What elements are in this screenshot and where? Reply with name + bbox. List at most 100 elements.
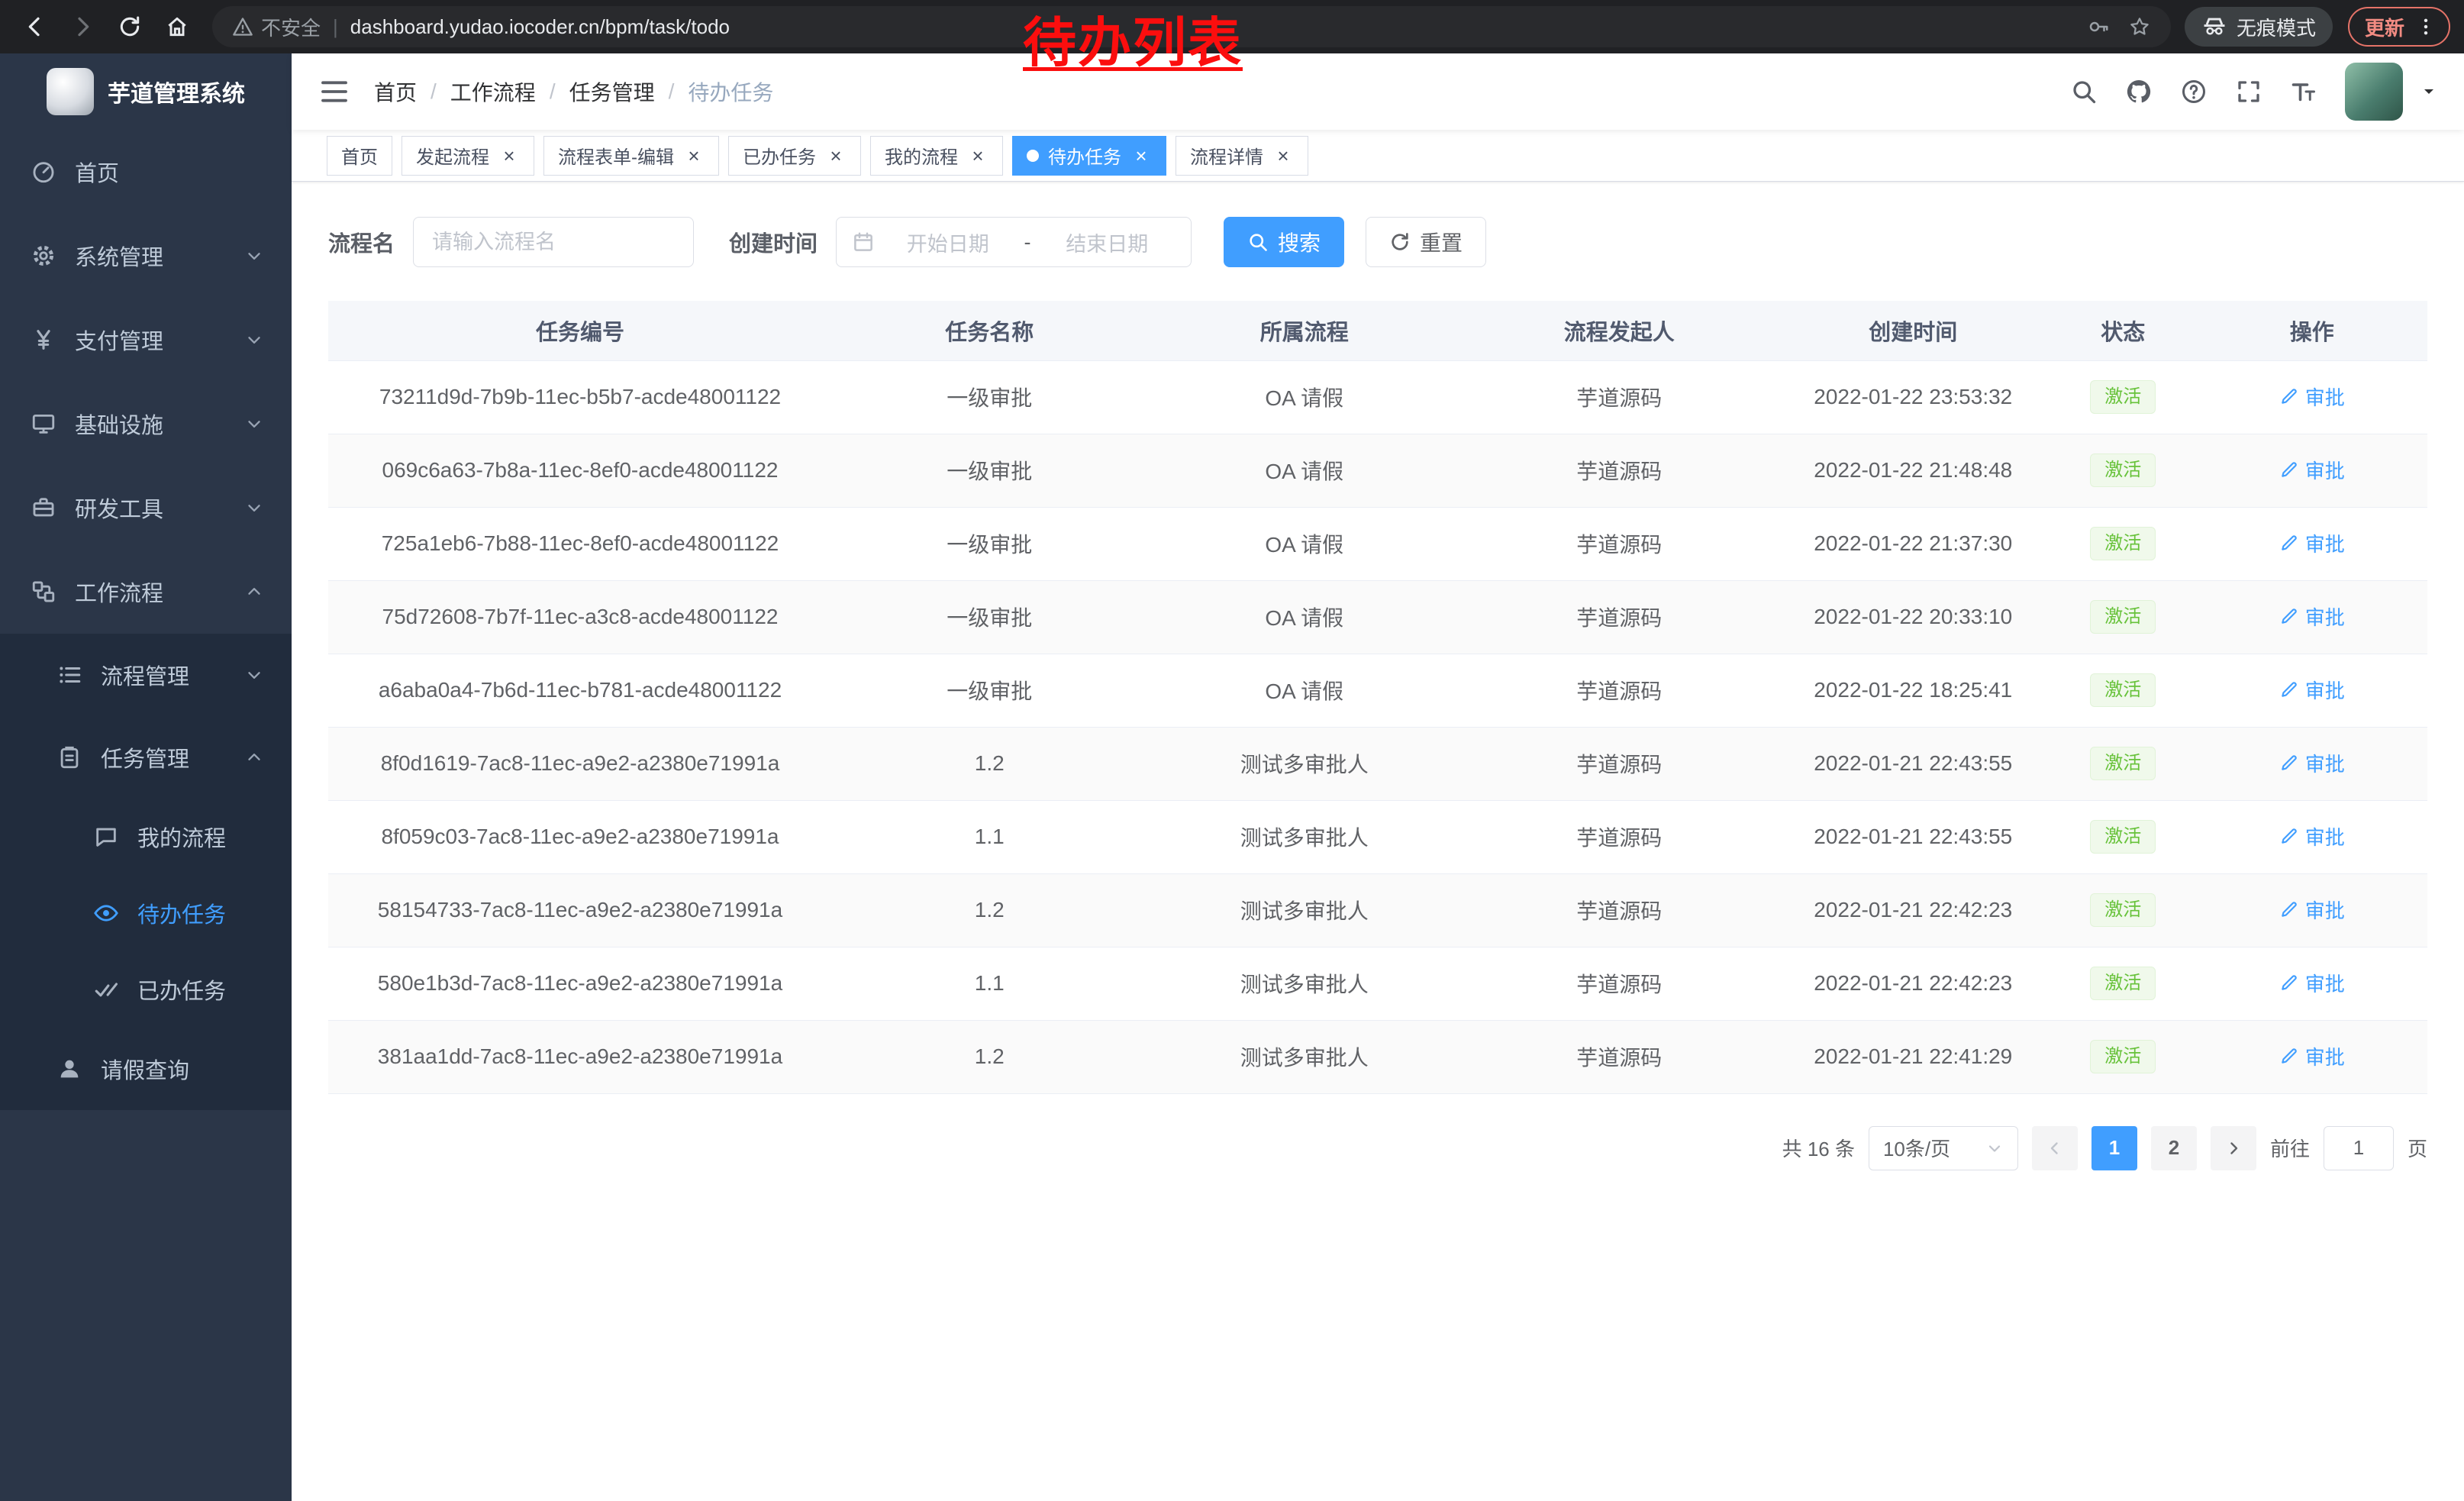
approve-link[interactable]: 审批 (2279, 456, 2345, 484)
update-label: 更新 (2365, 13, 2404, 41)
sidebar-item-my-process[interactable]: 我的流程 (0, 799, 292, 875)
close-icon[interactable]: × (498, 145, 520, 166)
avatar-caret-icon[interactable] (2420, 82, 2438, 101)
page-unit-label: 页 (2408, 1134, 2427, 1162)
column-header: 操作 (2197, 301, 2428, 360)
tab-my-process[interactable]: 我的流程× (870, 136, 1003, 176)
approve-link[interactable]: 审批 (2279, 529, 2345, 557)
sidebar-item-todo-task[interactable]: 待办任务 (0, 875, 292, 951)
sidebar-item-task-mgmt[interactable]: 任务管理 (0, 716, 292, 799)
reset-label: 重置 (1420, 227, 1463, 257)
close-icon[interactable]: × (825, 145, 847, 166)
refresh-button[interactable] (108, 5, 151, 48)
goto-page-input[interactable] (2324, 1126, 2394, 1170)
home-icon (165, 15, 189, 39)
security-indicator[interactable]: 不安全 (232, 13, 321, 41)
breadcrumb: 首页/工作流程/任务管理/待办任务 (374, 76, 773, 107)
process-name-input[interactable] (413, 217, 694, 267)
search-label: 搜索 (1278, 227, 1321, 257)
status-badge: 激活 (2090, 380, 2156, 414)
help-icon[interactable] (2180, 78, 2208, 105)
sidebar-item-infrastructure[interactable]: 基础设施 (0, 382, 292, 466)
breadcrumb-item[interactable]: 工作流程 (450, 76, 536, 107)
sidebar-item-system[interactable]: 系统管理 (0, 214, 292, 298)
menu-dots-icon[interactable] (2415, 16, 2437, 37)
range-separator: - (1021, 231, 1034, 254)
filter-bar: 流程名 创建时间 开始日期 - 结束日期 搜索 重置 (328, 217, 2427, 267)
page-button-1[interactable]: 1 (2091, 1126, 2137, 1170)
status-badge: 激活 (2090, 1040, 2156, 1073)
table-row: 75d72608-7b7f-11ec-a3c8-acde48001122一级审批… (328, 580, 2427, 654)
approve-link[interactable]: 审批 (2279, 822, 2345, 851)
date-range-picker[interactable]: 开始日期 - 结束日期 (836, 217, 1192, 267)
status-badge: 激活 (2090, 600, 2156, 634)
process-cell: 测试多审批人 (1147, 873, 1463, 947)
github-icon[interactable] (2125, 78, 2153, 105)
next-page-button[interactable] (2211, 1126, 2256, 1170)
password-key-icon[interactable] (2087, 15, 2110, 38)
status-badge: 激活 (2090, 673, 2156, 707)
header-search-icon[interactable] (2070, 78, 2098, 105)
sidebar-item-process-mgmt[interactable]: 流程管理 (0, 634, 292, 716)
approve-link[interactable]: 审批 (2279, 969, 2345, 997)
status-cell: 激活 (2050, 873, 2197, 947)
page-button-2[interactable]: 2 (2151, 1126, 2197, 1170)
workflow-icon (31, 579, 56, 605)
prev-page-button[interactable] (2032, 1126, 2078, 1170)
back-button[interactable] (14, 5, 56, 48)
tab-form-edit[interactable]: 流程表单-编辑× (543, 136, 719, 176)
close-icon[interactable]: × (1130, 145, 1152, 166)
hamburger-icon[interactable] (319, 76, 350, 107)
close-icon[interactable]: × (683, 145, 705, 166)
close-icon[interactable]: × (967, 145, 989, 166)
address-bar[interactable]: 不安全 | dashboard.yudao.iocoder.cn/bpm/tas… (212, 6, 2171, 47)
breadcrumb-item[interactable]: 任务管理 (569, 76, 655, 107)
avatar[interactable] (2345, 63, 2403, 121)
sidebar-item-label: 我的流程 (137, 821, 226, 853)
approve-link[interactable]: 审批 (2279, 749, 2345, 777)
breadcrumb-item[interactable]: 首页 (374, 76, 417, 107)
reset-button[interactable]: 重置 (1366, 217, 1486, 267)
edit-icon (2279, 899, 2299, 919)
approve-label: 审批 (2305, 822, 2345, 851)
process-cell: 测试多审批人 (1147, 800, 1463, 873)
approve-link[interactable]: 审批 (2279, 676, 2345, 704)
sidebar-item-payment[interactable]: 支付管理 (0, 298, 292, 382)
approve-label: 审批 (2305, 676, 2345, 704)
update-button[interactable]: 更新 (2348, 7, 2450, 47)
tab-todo-task[interactable]: 待办任务× (1012, 136, 1166, 176)
sidebar-item-devtools[interactable]: 研发工具 (0, 466, 292, 550)
sidebar-item-label: 研发工具 (75, 492, 163, 524)
action-cell: 审批 (2197, 1020, 2428, 1093)
tab-home[interactable]: 首页 (327, 136, 392, 176)
sidebar-item-home[interactable]: 首页 (0, 130, 292, 214)
font-size-icon[interactable] (2290, 78, 2317, 105)
page-size-select[interactable]: 10条/页 (1869, 1126, 2018, 1170)
bookmark-star-icon[interactable] (2128, 15, 2151, 38)
approve-link[interactable]: 审批 (2279, 383, 2345, 411)
sidebar-item-done-task[interactable]: 已办任务 (0, 951, 292, 1028)
tags-bar: 首页发起流程×流程表单-编辑×已办任务×我的流程×待办任务×流程详情× (292, 130, 2464, 182)
task-id-cell: 58154733-7ac8-11ec-a9e2-a2380e71991a (328, 873, 832, 947)
search-button[interactable]: 搜索 (1224, 217, 1344, 267)
pagination: 共 16 条 10条/页 12 前往 页 (328, 1126, 2427, 1170)
fullscreen-icon[interactable] (2235, 78, 2262, 105)
tab-process-detail[interactable]: 流程详情× (1176, 136, 1308, 176)
app-logo-row[interactable]: 芋道管理系统 (0, 53, 292, 130)
calendar-icon (852, 231, 875, 253)
created-cell: 2022-01-22 18:25:41 (1777, 654, 2050, 727)
approve-link[interactable]: 审批 (2279, 1042, 2345, 1070)
approve-link[interactable]: 审批 (2279, 896, 2345, 924)
main-area: 首页/工作流程/任务管理/待办任务 首页发起流程×流程表单-编辑×已办任务×我的… (292, 53, 2464, 1501)
tab-done-task[interactable]: 已办任务× (728, 136, 861, 176)
process-cell: OA 请假 (1147, 434, 1463, 507)
tab-start-process[interactable]: 发起流程× (402, 136, 534, 176)
close-icon[interactable]: × (1272, 145, 1294, 166)
home-button[interactable] (156, 5, 198, 48)
forward-button[interactable] (61, 5, 104, 48)
sidebar-item-leave-query[interactable]: 请假查询 (0, 1028, 292, 1110)
approve-link[interactable]: 审批 (2279, 602, 2345, 631)
action-cell: 审批 (2197, 507, 2428, 580)
sidebar-item-workflow[interactable]: 工作流程 (0, 550, 292, 634)
edit-icon (2279, 1046, 2299, 1066)
